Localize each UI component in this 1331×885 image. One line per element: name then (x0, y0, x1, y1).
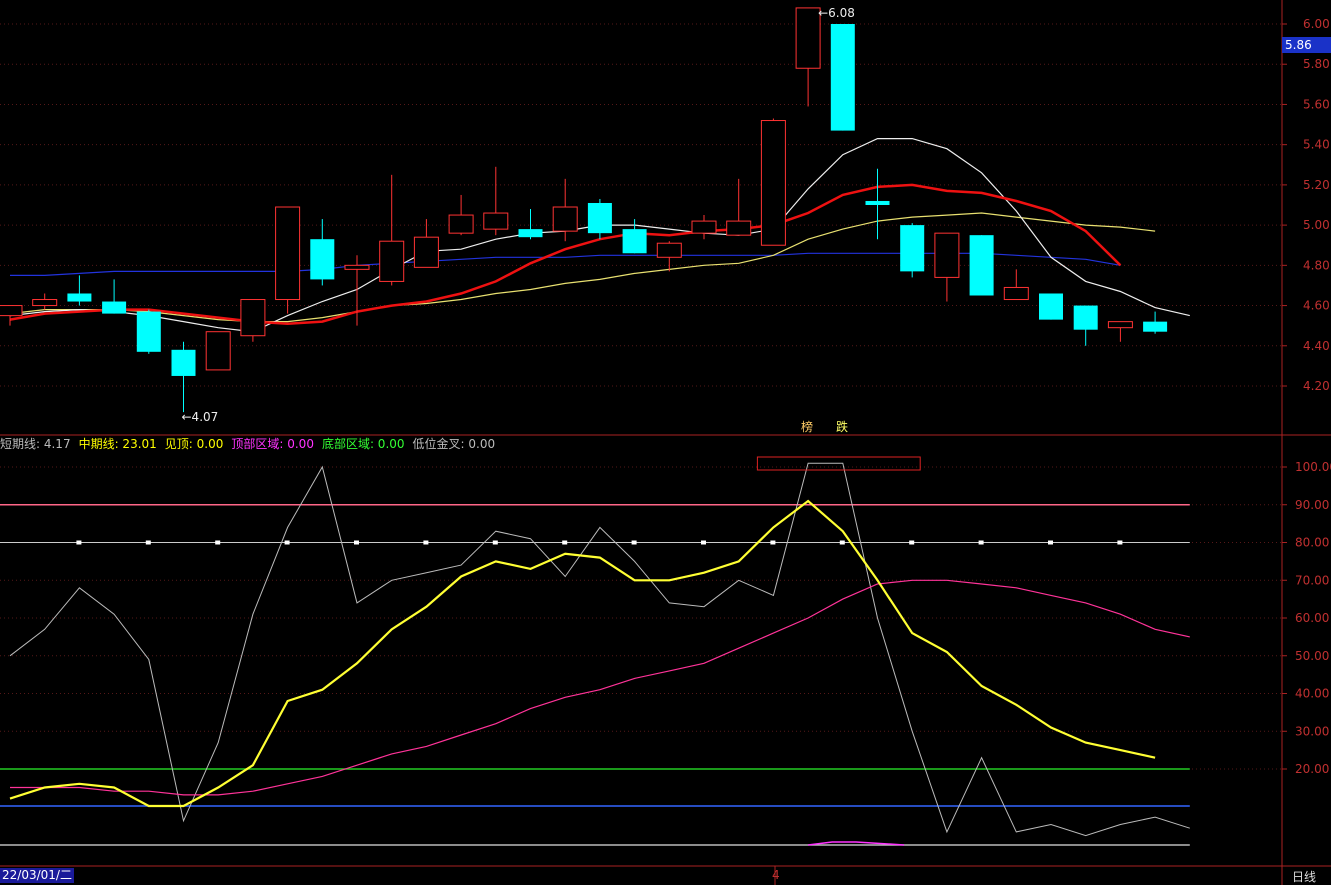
indicator-tick-label: 60.00 (1295, 611, 1329, 625)
high-annotation: ←6.08 (818, 6, 855, 20)
candle-body-up (934, 232, 960, 278)
hline-dot (770, 540, 776, 545)
candle-body-up (483, 212, 509, 230)
candle-body-up (205, 331, 231, 371)
tag-left: 榜 (801, 420, 814, 434)
indicator-tick-label: 90.00 (1295, 498, 1329, 512)
candle-body-up (795, 7, 821, 69)
candle-body-up (379, 240, 405, 282)
candle-body-down (830, 24, 855, 131)
candle-body-down (1039, 293, 1063, 320)
price-tick-label: 5.40 (1303, 138, 1330, 152)
candle-body-down (67, 293, 92, 302)
hline-dot (909, 540, 915, 545)
indicator-tick-label: 40.00 (1295, 687, 1329, 701)
indicator-tick-label: 70.00 (1295, 573, 1329, 587)
candle-body-up (0, 305, 23, 317)
candle-body-up (1107, 321, 1133, 329)
candle-body-up (726, 220, 752, 236)
hline-dot (839, 540, 845, 545)
period-label[interactable]: 日线 (1292, 868, 1316, 885)
candle-body-down (102, 301, 127, 314)
candle-body-up (344, 264, 370, 270)
indicator-tick-label: 20.00 (1295, 762, 1329, 776)
candle-body-up (760, 120, 786, 246)
price-tick-label: 5.20 (1303, 178, 1330, 192)
candle-body-down (171, 349, 196, 376)
hline-dot (492, 540, 498, 545)
indicator-tick-label: 30.00 (1295, 724, 1329, 738)
hline-dot (1048, 540, 1053, 545)
price-tick-label: 5.60 (1303, 97, 1330, 111)
candle-body-up (691, 220, 717, 234)
hline-dot (145, 540, 151, 545)
candle-body-down (136, 311, 161, 352)
hline-dot (76, 540, 82, 545)
candle-body-down (310, 239, 335, 280)
hline-dot (701, 540, 706, 545)
candle-body-up (1003, 286, 1029, 301)
candle-body-down (587, 202, 612, 234)
candle-body-down (622, 229, 647, 254)
candle-body-down (865, 200, 890, 205)
candle-body-down (969, 235, 994, 296)
short-line (9, 462, 1190, 837)
hline-dot (215, 540, 221, 545)
hline-dot (423, 540, 429, 545)
indicator-tick-label: 50.00 (1295, 649, 1329, 663)
candle-body-up (275, 206, 301, 301)
current-price-label: 5.86 (1282, 37, 1331, 53)
month-label: 4 (772, 868, 780, 882)
candle-body-down (900, 225, 925, 272)
price-tick-label: 5.80 (1303, 57, 1330, 71)
hline-dot (1117, 540, 1123, 545)
pink-line (10, 579, 1190, 796)
legend-item-top: 见顶: 0.00 (164, 437, 224, 451)
hline-dot (562, 540, 568, 545)
price-tick-label: 4.20 (1303, 379, 1330, 393)
date-label: 22/03/01/二 (0, 868, 74, 883)
candle-body-down (1143, 321, 1168, 332)
legend-item-bottom-zone: 底部区域: 0.00 (321, 437, 405, 451)
candle-body-up (413, 236, 439, 268)
legend-item-golden-cross: 低位金叉: 0.00 (412, 437, 496, 451)
candle-body-up (656, 242, 682, 258)
indicator-legend: 短期线: 4.17 中期线: 23.01 见顶: 0.00 顶部区域: 0.00… (0, 435, 495, 451)
low-annotation: ←4.07 (182, 410, 219, 424)
legend-item-mid: 中期线: 23.01 (78, 437, 157, 451)
legend-item-top-zone: 顶部区域: 0.00 (231, 437, 314, 451)
candle-body-up (240, 299, 266, 337)
hline-dot (978, 540, 984, 545)
price-tick-label: 4.40 (1303, 339, 1330, 353)
candle-body-up (552, 206, 578, 232)
indicator-tick-label: 80.00 (1295, 536, 1329, 550)
candle-body-up (448, 214, 474, 234)
price-tick-label: 6.00 (1303, 17, 1330, 31)
price-tick-label: 4.80 (1303, 258, 1330, 272)
legend-item-short: 短期线: 4.17 (0, 437, 71, 451)
tag-right: 跌 (836, 420, 849, 434)
candle-body-up (32, 299, 58, 307)
candle-body-down (1073, 305, 1098, 330)
hline-dot (354, 540, 359, 545)
hline-dot (631, 540, 637, 545)
indicator-tick-label: 100.00 (1295, 460, 1331, 474)
hline-dot (284, 540, 290, 545)
price-tick-label: 5.00 (1303, 218, 1330, 232)
price-tick-label: 4.60 (1303, 299, 1330, 313)
candle-body-down (518, 229, 543, 238)
